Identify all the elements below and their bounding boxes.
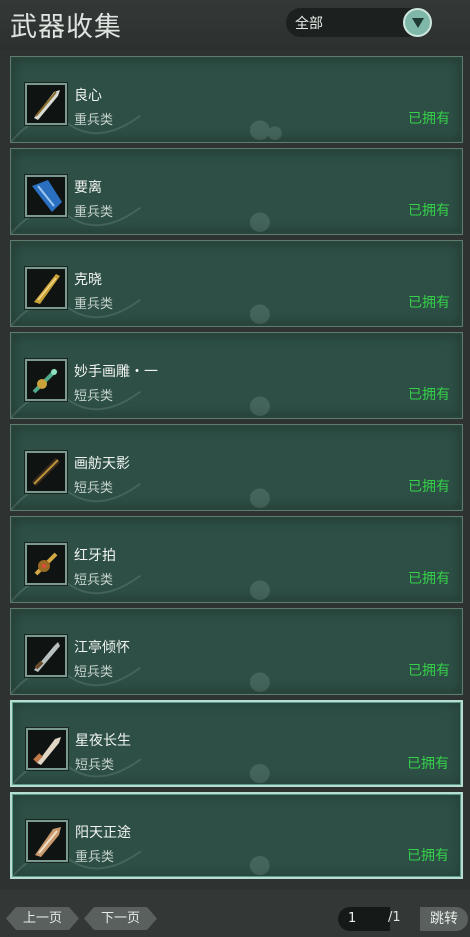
weapon-category: 短兵类 [75,758,115,773]
owned-status: 已拥有 [408,479,450,495]
weapon-name: 星夜长生 [75,733,131,749]
page-number-input[interactable]: 1 [338,907,390,931]
owned-status: 已拥有 [408,663,450,679]
weapon-name: 红牙拍 [74,548,116,564]
weapon-card[interactable]: 良心 重兵类 已拥有 [10,56,463,143]
owned-status: 已拥有 [408,111,450,127]
weapon-name: 克晓 [74,272,102,288]
weapon-icon [25,543,67,585]
weapon-name: 江亭倾怀 [74,640,130,656]
weapon-category: 重兵类 [74,205,114,220]
weapon-name: 良心 [74,88,102,104]
owned-status: 已拥有 [408,387,450,403]
page-title: 武器收集 [10,12,122,43]
weapon-icon [25,83,67,125]
pagination-bar: 上一页 下一页 1 /1 跳转 [0,890,470,937]
owned-status: 已拥有 [408,203,450,219]
weapon-category: 短兵类 [74,665,114,680]
weapon-icon [25,267,67,309]
weapon-name: 要离 [74,180,102,196]
weapon-category: 重兵类 [75,850,115,865]
category-filter-dropdown[interactable]: 全部 [286,8,432,37]
next-page-button[interactable]: 下一页 [84,907,157,930]
header-bar: 武器收集 全部 [0,0,470,50]
weapon-icon [25,359,67,401]
weapon-category: 短兵类 [74,481,114,496]
weapon-icon [25,451,67,493]
weapon-card[interactable]: 江亭倾怀 短兵类 已拥有 [10,608,463,695]
weapon-card-selected[interactable]: 阳天正途 重兵类 已拥有 [10,792,463,879]
weapon-name: 画舫天影 [74,456,130,472]
weapon-card-selected[interactable]: 星夜长生 短兵类 已拥有 [10,700,463,787]
weapon-category: 重兵类 [74,297,114,312]
weapon-category: 短兵类 [74,389,114,404]
chevron-down-icon[interactable] [403,8,432,37]
filter-selected-label: 全部 [295,16,323,32]
prev-page-button[interactable]: 上一页 [6,907,79,930]
weapon-icon [25,175,67,217]
weapon-name: 妙手画雕・一 [74,364,158,380]
weapon-icon [26,820,68,862]
weapon-card[interactable]: 画舫天影 短兵类 已拥有 [10,424,463,511]
weapon-category: 重兵类 [74,113,114,128]
weapon-card[interactable]: 妙手画雕・一 短兵类 已拥有 [10,332,463,419]
weapon-icon [26,728,68,770]
owned-status: 已拥有 [407,756,449,772]
page-total-label: /1 [388,910,401,925]
jump-button[interactable]: 跳转 [420,907,468,931]
weapon-name: 阳天正途 [75,825,131,841]
weapon-card[interactable]: 红牙拍 短兵类 已拥有 [10,516,463,603]
owned-status: 已拥有 [408,571,450,587]
owned-status: 已拥有 [408,295,450,311]
weapon-category: 短兵类 [74,573,114,588]
owned-status: 已拥有 [407,848,449,864]
weapon-card[interactable]: 克晓 重兵类 已拥有 [10,240,463,327]
weapon-icon [25,635,67,677]
weapon-card[interactable]: 要离 重兵类 已拥有 [10,148,463,235]
